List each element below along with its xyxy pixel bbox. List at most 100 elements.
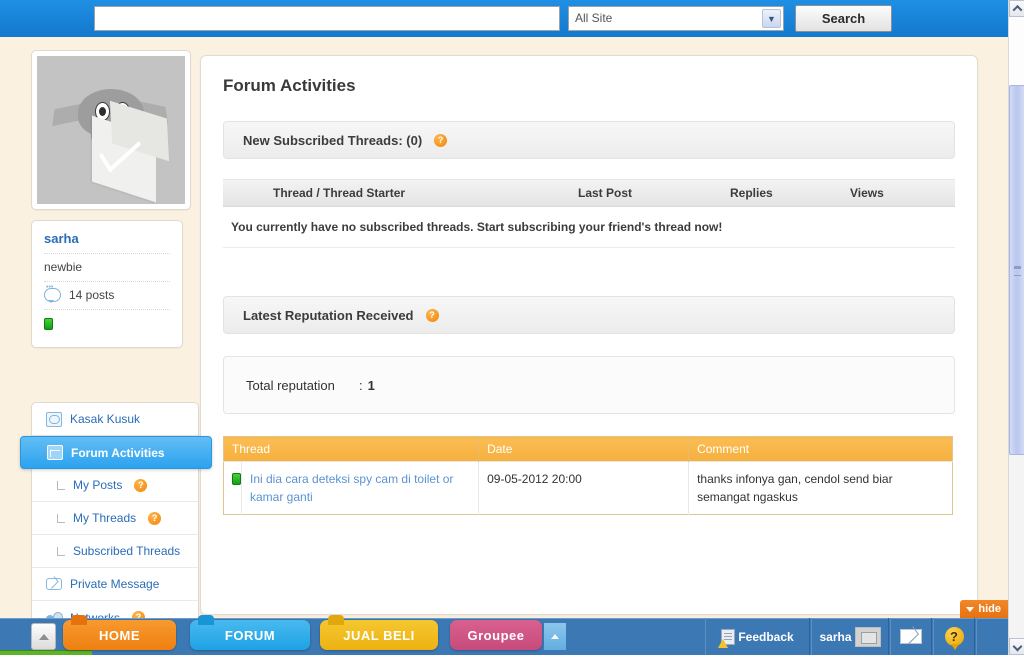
row-thread-cell: Ini dia cara deteksi spy cam di toilet o… [241,461,480,515]
search-button[interactable]: Search [795,5,892,32]
tab-nub [328,615,344,625]
column-header-replies: Replies [730,186,773,200]
sidebar-item-label: Subscribed Threads [73,544,181,558]
browser-scrollbar[interactable] [1008,0,1024,655]
taskbar-tab-label: JUAL BELI [343,627,415,643]
hide-taskbar-button[interactable]: hide [960,600,1008,618]
avatar-thumbnail-icon [854,626,881,647]
total-reputation-colon: : [359,377,363,393]
taskbar-tab-groupee[interactable]: Groupee [450,620,542,650]
taskbar-tab-label: Groupee [467,627,525,643]
sidebar-item-my-threads[interactable]: My Threads ? [32,502,198,535]
scrollbar-thumb[interactable] [1009,85,1024,455]
column-header-comment: Comment [688,436,953,462]
total-reputation-value: 1 [367,377,375,393]
sidebar-item-label: Kasak Kusuk [70,412,141,426]
column-header-thread-starter: Thread / Thread Starter [273,186,406,200]
section-title: Latest Reputation Received [243,307,414,323]
tab-nub [71,615,87,625]
site-filter-value: All Site [575,11,613,25]
scroll-down-button[interactable] [1009,638,1024,655]
page-title: Forum Activities [223,76,356,95]
scrollbar-track-top[interactable] [1009,17,1024,85]
row-date-cell: 09-05-2012 20:00 [478,461,690,515]
bottom-taskbar: HOME FORUM JUAL BELI Groupee Feedback sa… [0,615,1008,655]
subscribed-threads-table-header: Thread / Thread Starter Last Post Replie… [223,179,955,207]
help-icon[interactable]: ? [134,478,148,492]
sidebar-item-kasak-kusuk[interactable]: Kasak Kusuk [32,403,198,436]
column-header-date: Date [478,436,690,462]
chevron-down-icon: ▼ [762,9,781,28]
search-input[interactable] [94,6,560,31]
hide-label: hide [978,603,1001,615]
taskbar-tab-home[interactable]: HOME [63,615,176,650]
avatar-panel [31,50,191,210]
column-header-thread: Thread [223,436,480,462]
row-comment-cell: thanks infonya gan, cendol send biar sem… [688,461,953,515]
site-filter-select[interactable]: All Site ▼ [568,6,784,31]
sidebar-item-subscribed-threads[interactable]: Subscribed Threads [32,535,198,568]
section-title: New Subscribed Threads: (0) [243,132,423,148]
total-reputation-card: Total reputation : 1 [223,356,955,414]
profile-rank: newbie [44,254,170,282]
taskbar-user-button[interactable]: sarha [811,618,889,655]
help-icon[interactable]: ? [434,133,448,147]
table-row: Ini dia cara deteksi spy cam di toilet o… [223,461,953,515]
status-online-icon [44,318,53,330]
profile-username[interactable]: sarha [44,231,170,254]
envelope-icon [900,629,922,644]
taskbar-help-button[interactable]: ? [933,618,975,655]
chevron-down-icon [1012,641,1022,652]
taskbar-mail-button[interactable] [890,618,932,655]
taskbar-tab-jual-beli[interactable]: JUAL BELI [320,615,438,650]
sidebar-item-label: My Posts [73,478,123,492]
page-body: sarha newbie 14 posts Kasak Kusuk Forum … [0,37,1008,655]
top-search-bar: All Site ▼ Search [0,0,1008,37]
tab-nub [198,615,214,625]
sidebar-item-label: Forum Activities [71,445,165,460]
taskbar-feedback-button[interactable]: Feedback [705,618,810,655]
mail-icon [46,578,62,590]
groupee-expand-button[interactable] [544,623,566,650]
triangle-up-icon [38,633,49,640]
reputation-green-icon [232,473,241,485]
help-icon[interactable]: ? [425,308,439,322]
profile-post-count: 14 posts [44,282,170,310]
sidebar-item-private-message[interactable]: Private Message [32,568,198,601]
tree-branch-icon [57,480,65,490]
tree-branch-icon [57,513,65,523]
taskbar-tab-label: FORUM [224,627,276,643]
scroll-up-button[interactable] [1009,0,1024,17]
profile-status [44,310,170,335]
main-content-panel: Forum Activities New Subscribed Threads:… [200,55,978,615]
column-header-last-post: Last Post [578,186,633,200]
taskbar-username: sarha [819,629,852,644]
tree-branch-icon [57,546,65,556]
sidebar-menu: Kasak Kusuk Forum Activities My Posts ? … [20,402,212,635]
total-reputation-label: Total reputation [246,377,335,393]
forum-icon [47,445,63,460]
taskbar-blank-slot [976,618,1008,655]
chevron-down-icon [966,606,975,612]
column-header-views: Views [850,186,884,200]
taskbar-tab-label: HOME [99,627,140,643]
kasak-kusuk-icon [46,411,62,427]
help-icon: ? [944,627,964,650]
taskbar-green-strip [0,650,92,655]
sidebar-item-forum-activities[interactable]: Forum Activities [20,436,212,469]
start-menu-button[interactable] [31,623,56,650]
sidebar-item-label: Private Message [70,577,160,591]
profile-post-count-label: 14 posts [69,288,115,302]
subscribed-threads-empty-message: You currently have no subscribed threads… [223,207,955,248]
new-subscribed-threads-header: New Subscribed Threads: (0) ? [223,121,955,159]
taskbar-tab-forum[interactable]: FORUM [190,615,310,650]
reputation-table-header-row: Thread Date Comment [223,436,953,462]
row-status-cell [223,461,242,515]
triangle-up-icon [551,634,559,639]
sidebar-item-label: My Threads [73,511,137,525]
sidebar-item-my-posts[interactable]: My Posts ? [32,469,198,502]
thread-link[interactable]: Ini dia cara deteksi spy cam di toilet o… [250,472,453,504]
latest-reputation-header: Latest Reputation Received ? [223,296,955,334]
avatar[interactable] [37,56,185,204]
help-icon[interactable]: ? [148,511,162,525]
